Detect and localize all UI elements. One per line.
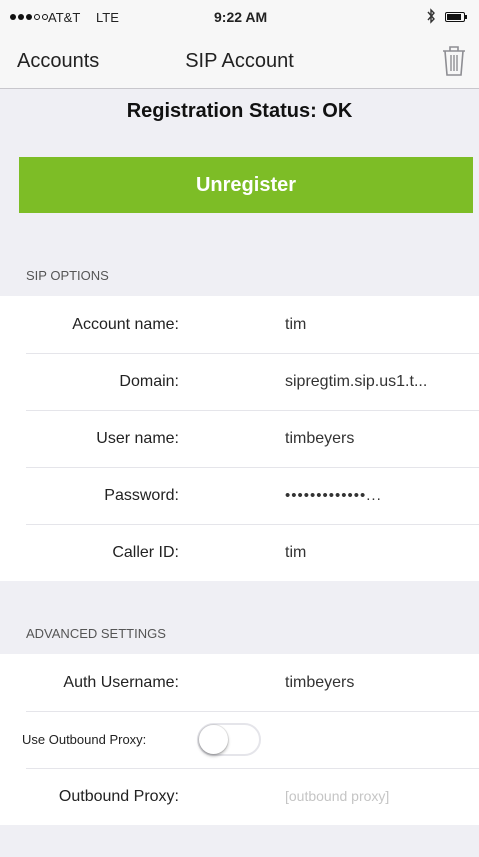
- domain-row: Domain: sipregtim.sip.us1.t...: [0, 353, 479, 410]
- user-name-field[interactable]: timbeyers: [285, 410, 465, 467]
- trash-icon[interactable]: [440, 44, 468, 78]
- advanced-settings-header: ADVANCED SETTINGS: [26, 626, 166, 641]
- outbound-proxy-row: Outbound Proxy: [outbound proxy]: [0, 768, 479, 825]
- sip-options-group: Account name: tim Domain: sipregtim.sip.…: [0, 296, 479, 581]
- toggle-knob: [199, 725, 228, 754]
- caller-id-row: Caller ID: tim: [0, 524, 479, 581]
- user-name-label: User name:: [96, 430, 179, 447]
- user-name-row: User name: timbeyers: [0, 410, 479, 467]
- password-row: Password: •••••••••••••...: [0, 467, 479, 524]
- password-field[interactable]: •••••••••••••...: [285, 467, 465, 524]
- domain-field[interactable]: sipregtim.sip.us1.t...: [285, 353, 465, 410]
- navigation-bar: SIP Account Accounts: [0, 36, 479, 89]
- network-type: LTE: [96, 10, 119, 25]
- battery-icon: [445, 12, 469, 22]
- password-label: Password:: [104, 487, 179, 504]
- auth-username-row: Auth Username: timbeyers: [0, 654, 479, 711]
- sip-account-screen: AT&T LTE 9:22 AM SIP Account Accounts Re…: [0, 0, 479, 857]
- domain-label: Domain:: [119, 373, 179, 390]
- auth-username-field[interactable]: timbeyers: [285, 654, 465, 711]
- outbound-proxy-field[interactable]: [outbound proxy]: [285, 768, 465, 825]
- auth-username-label: Auth Username:: [63, 674, 179, 691]
- status-time: 9:22 AM: [214, 9, 268, 25]
- unregister-button[interactable]: Unregister: [19, 157, 473, 213]
- bluetooth-icon: [426, 8, 436, 27]
- sip-options-header: SIP OPTIONS: [26, 268, 109, 283]
- caller-id-field[interactable]: tim: [285, 524, 465, 581]
- signal-strength-icon: [10, 14, 48, 20]
- account-name-row: Account name: tim: [0, 296, 479, 353]
- use-outbound-proxy-toggle[interactable]: [197, 723, 261, 756]
- registration-status: Registration Status: OK: [126, 100, 353, 122]
- account-name-field[interactable]: tim: [285, 296, 465, 353]
- accounts-back-button[interactable]: Accounts: [17, 50, 99, 73]
- outbound-proxy-label: Outbound Proxy:: [58, 788, 179, 805]
- use-outbound-proxy-label: Use Outbound Proxy:: [22, 732, 147, 747]
- carrier-name: AT&T: [48, 10, 81, 25]
- advanced-settings-group: Auth Username: timbeyers Use Outbound Pr…: [0, 654, 479, 825]
- status-bar: AT&T LTE 9:22 AM: [0, 0, 479, 36]
- use-outbound-proxy-row: Use Outbound Proxy:: [0, 711, 479, 768]
- caller-id-label: Caller ID:: [112, 544, 179, 561]
- account-name-label: Account name:: [72, 316, 179, 333]
